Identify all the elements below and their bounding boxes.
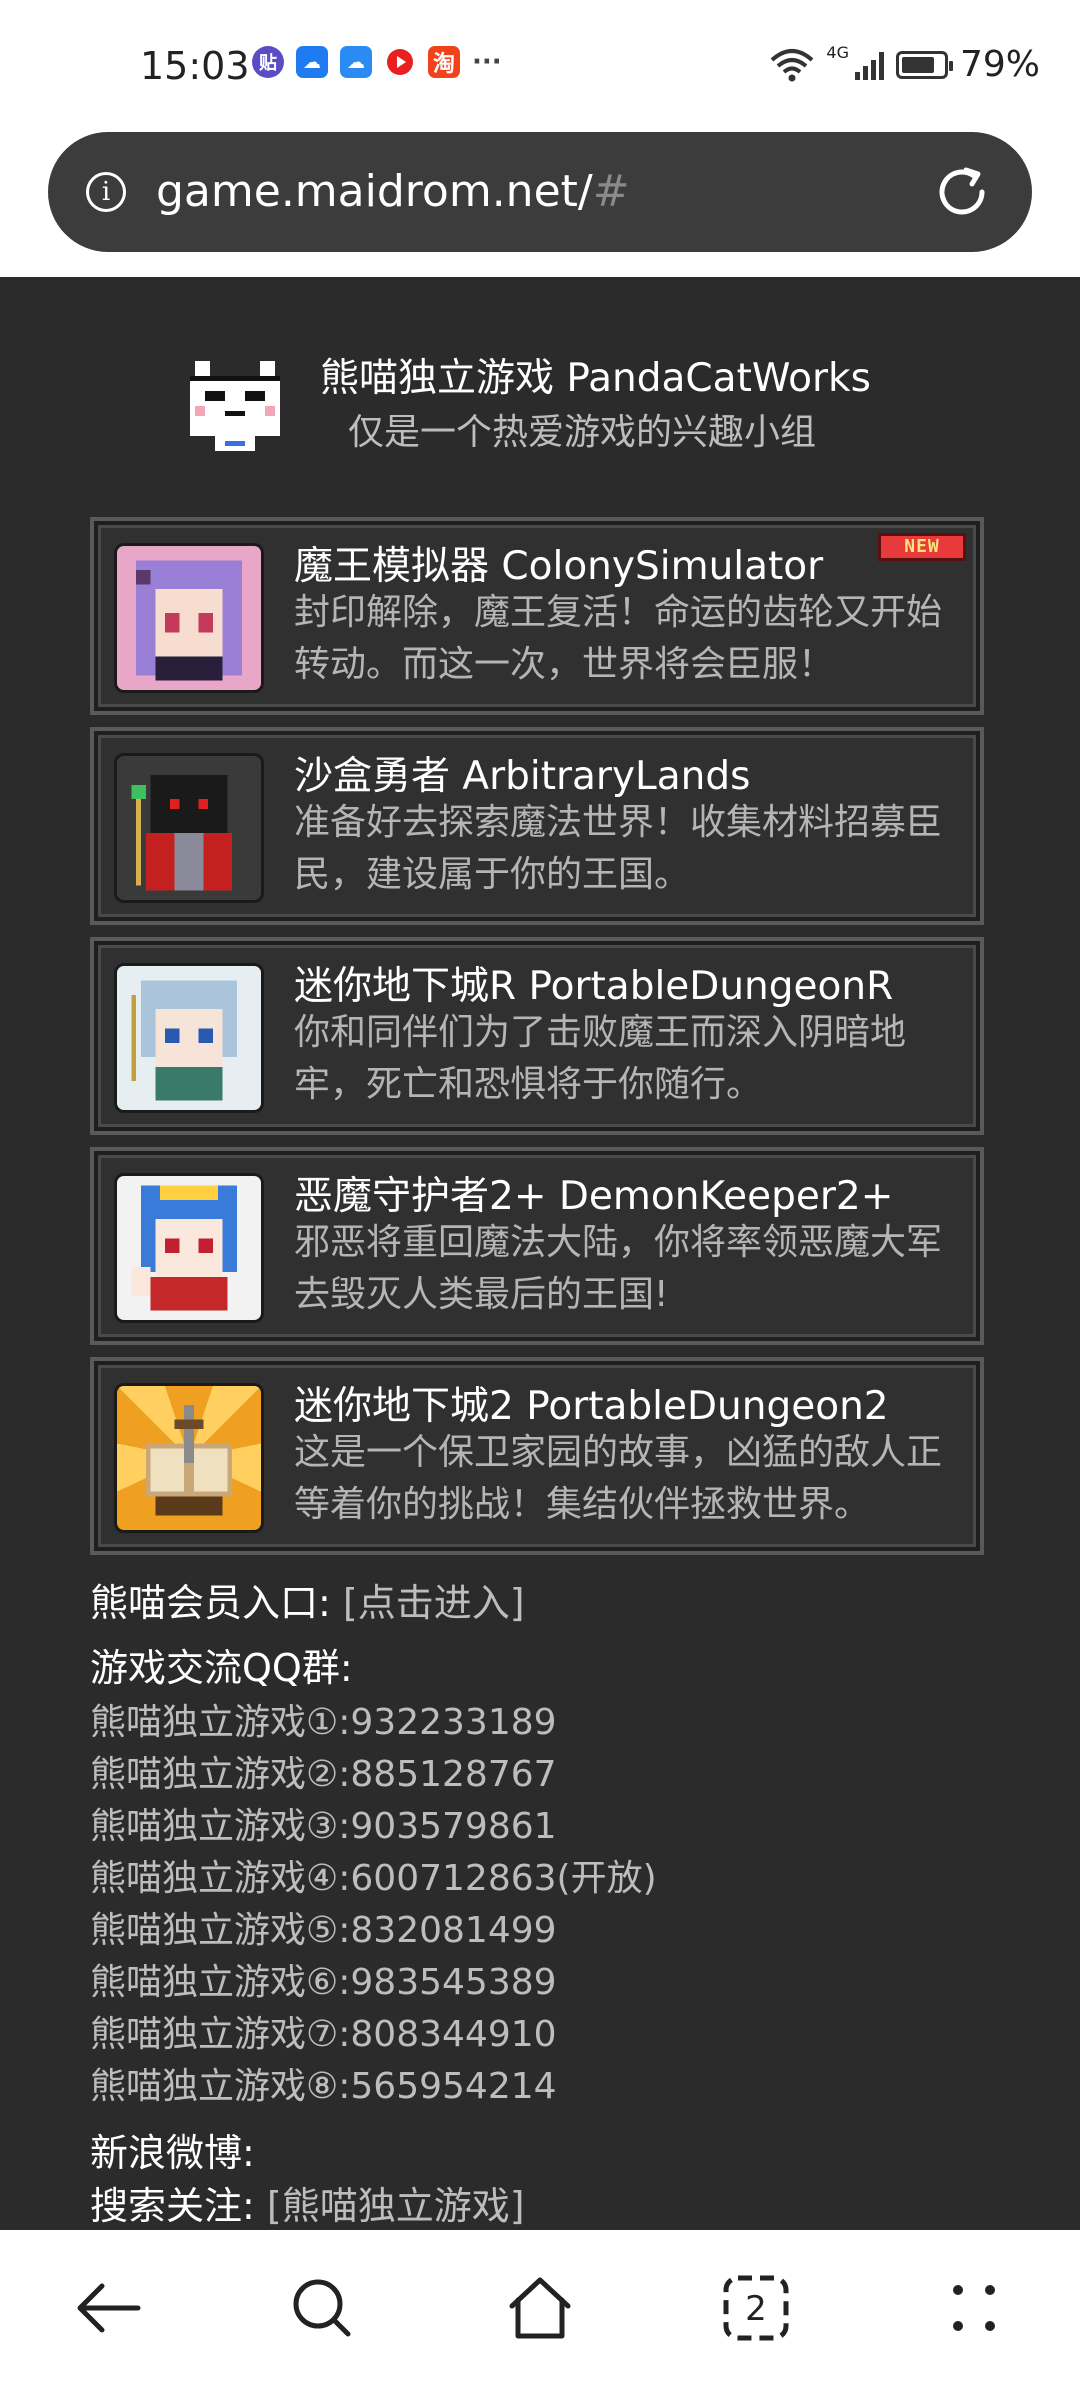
game-description: 邪恶将重回魔法大陆，你将率领恶魔大军去毁灭人类最后的王国! <box>294 1222 943 1315</box>
battery-icon <box>895 50 953 79</box>
page-content: 熊喵独立游戏 PandaCatWorks 仅是一个热爱游戏的兴趣小组 魔王模拟器… <box>0 277 1080 2230</box>
site-header: 熊喵独立游戏 PandaCatWorks 仅是一个热爱游戏的兴趣小组 <box>180 347 940 467</box>
game-thumbnail <box>114 543 264 693</box>
game-title[interactable]: 迷你地下城2 PortableDungeon2 <box>294 1375 889 1431</box>
menu-icon[interactable] <box>934 2268 1014 2348</box>
new-badge: NEW <box>878 533 966 561</box>
tabs-icon[interactable]: 2 <box>716 2268 796 2348</box>
cloud-icon: ☁ <box>340 46 372 78</box>
network-type: 4G <box>826 43 849 62</box>
sticker-app-icon: 贴 <box>252 46 284 78</box>
search-icon[interactable] <box>282 2268 362 2348</box>
address-bar[interactable]: i game.maidrom.net/# <box>48 132 1032 252</box>
member-entry: 熊喵会员入口: [点击进入] <box>90 1572 525 1627</box>
notification-icons: 贴 ☁ ☁ 淘 ··· <box>252 46 502 78</box>
game-thumbnail <box>114 1383 264 1533</box>
game-thumbnail <box>114 753 264 903</box>
qq-group-7: 熊喵独立游戏⑦:808344910 <box>90 2014 557 2055</box>
game-description: 封印解除，魔王复活！命运的齿轮又开始转动。而这一次，世界将会臣服！ <box>294 592 943 685</box>
video-app-icon <box>384 46 416 78</box>
weibo-search-link[interactable]: [熊喵独立游戏] <box>267 2184 525 2228</box>
qq-group-2: 熊喵独立游戏②:885128767 <box>90 1754 557 1795</box>
tab-count: 2 <box>745 2289 767 2329</box>
weibo-search: 搜索关注: [熊喵独立游戏] <box>90 2175 525 2230</box>
game-card-arbitrary-lands[interactable]: 沙盒勇者 ArbitraryLands 准备好去探索魔法世界！收集材料招募臣民，… <box>90 727 984 925</box>
weather-icon: ☁ <box>296 46 328 78</box>
game-card-demon-keeper-2plus[interactable]: 恶魔守护者2+ DemonKeeper2+ 邪恶将重回魔法大陆，你将率领恶魔大军… <box>90 1147 984 1345</box>
game-thumbnail <box>114 963 264 1113</box>
browser-bottom-nav: 2 <box>0 2230 1080 2400</box>
taobao-icon: 淘 <box>428 46 460 78</box>
site-title: 熊喵独立游戏 PandaCatWorks <box>320 356 871 401</box>
panda-cat-logo <box>190 361 280 451</box>
qq-group-1: 熊喵独立游戏①:932233189 <box>90 1702 557 1743</box>
game-description: 这是一个保卫家园的故事，凶猛的敌人正等着你的挑战！集结伙伴拯救世界。 <box>294 1432 943 1525</box>
url-text[interactable]: game.maidrom.net/# <box>156 166 630 217</box>
site-info-icon[interactable]: i <box>86 172 126 212</box>
game-title[interactable]: 魔王模拟器 ColonySimulator <box>294 535 823 591</box>
address-bar-area: i game.maidrom.net/# <box>0 132 1080 277</box>
game-thumbnail <box>114 1173 264 1323</box>
game-card-colony-simulator[interactable]: 魔王模拟器 ColonySimulator NEW 封印解除，魔王复活！命运的齿… <box>90 517 984 715</box>
battery-percent: 79% <box>959 44 1040 85</box>
qq-group-5: 熊喵独立游戏⑤:832081499 <box>90 1910 557 1951</box>
game-title[interactable]: 沙盒勇者 ArbitraryLands <box>294 745 750 801</box>
qq-heading: 游戏交流QQ群: <box>90 1646 353 1690</box>
qq-group-6: 熊喵独立游戏⑥:983545389 <box>90 1962 557 2003</box>
weibo-search-label: 搜索关注: <box>90 2184 255 2228</box>
weibo-heading: 新浪微博: <box>90 2131 255 2175</box>
status-time: 15:03 <box>140 44 250 88</box>
game-title[interactable]: 迷你地下城R PortableDungeonR <box>294 955 893 1011</box>
site-subtitle: 仅是一个热爱游戏的兴趣小组 <box>348 412 817 453</box>
game-card-portable-dungeon-2[interactable]: 迷你地下城2 PortableDungeon2 这是一个保卫家园的故事，凶猛的敌… <box>90 1357 984 1555</box>
wifi-icon <box>771 48 814 81</box>
qq-group-4: 熊喵独立游戏④:600712863(开放) <box>90 1858 657 1899</box>
status-bar: 15:03 贴 ☁ ☁ 淘 ··· 4G 79% <box>0 0 1080 132</box>
game-description: 你和同伴们为了击败魔王而深入阴暗地牢，死亡和恐惧将于你随行。 <box>294 1012 907 1105</box>
back-icon[interactable] <box>68 2268 148 2348</box>
system-indicators: 4G 79% <box>770 43 1040 85</box>
more-notifications-icon: ··· <box>472 47 502 77</box>
member-label: 熊喵会员入口: <box>90 1581 331 1625</box>
member-enter-link[interactable]: [点击进入] <box>343 1581 525 1625</box>
signal-icon <box>854 50 884 80</box>
home-icon[interactable] <box>500 2268 580 2348</box>
game-title[interactable]: 恶魔守护者2+ DemonKeeper2+ <box>294 1165 893 1221</box>
reload-icon[interactable] <box>932 162 992 222</box>
qq-group-8: 熊喵独立游戏⑧:565954214 <box>90 2066 557 2107</box>
qq-group-3: 熊喵独立游戏③:903579861 <box>90 1806 557 1847</box>
game-description: 准备好去探索魔法世界！收集材料招募臣民，建设属于你的王国。 <box>294 802 943 895</box>
game-card-portable-dungeon-r[interactable]: 迷你地下城R PortableDungeonR 你和同伴们为了击败魔王而深入阴暗… <box>90 937 984 1135</box>
